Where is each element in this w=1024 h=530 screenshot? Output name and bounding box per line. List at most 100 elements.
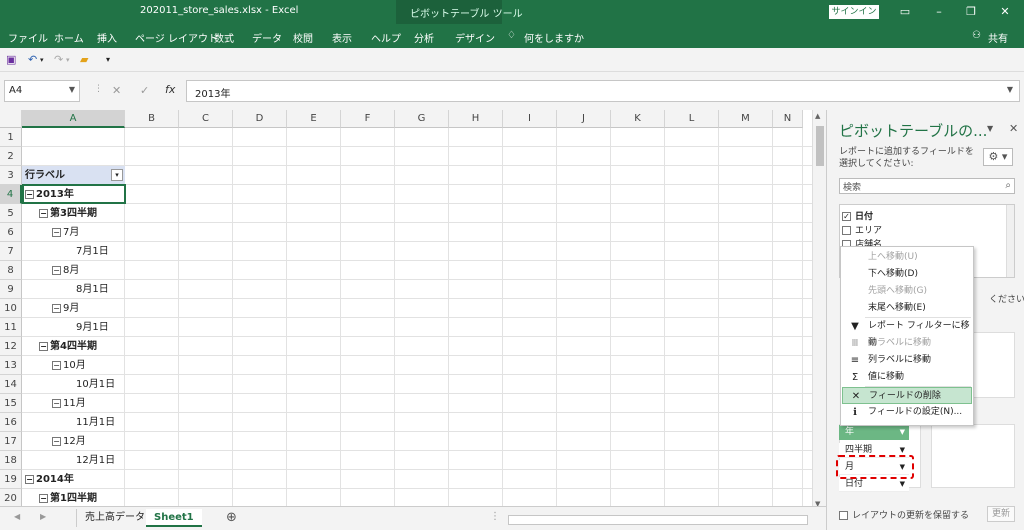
menu-item[interactable]: ✕ フィールドの削除 <box>842 387 972 404</box>
pivot-item[interactable]: 10月1日 <box>22 375 125 394</box>
field-item-date[interactable]: ✓ 日付 <box>842 209 873 222</box>
scroll-up-icon[interactable]: ▲ <box>815 112 820 120</box>
restore-icon[interactable]: ❐ <box>962 3 980 21</box>
checkbox-icon[interactable] <box>839 511 848 520</box>
menu-item[interactable]: ▼ レポート フィルターに移動 <box>842 318 972 348</box>
chevron-down-icon[interactable]: ▼ <box>69 85 75 94</box>
undo-icon[interactable]: ↶ <box>28 53 37 66</box>
row-header-4[interactable]: 4 <box>0 185 22 204</box>
close-icon[interactable]: ✕ <box>996 3 1014 21</box>
chevron-down-icon[interactable]: ▼ <box>900 425 905 440</box>
row-header-9[interactable]: 9 <box>0 280 22 299</box>
row-header-14[interactable]: 14 <box>0 375 22 394</box>
column-header-h[interactable]: H <box>449 110 503 128</box>
tab-view[interactable]: 表示 <box>332 30 352 45</box>
collapse-icon[interactable]: − <box>52 398 61 408</box>
column-header-d[interactable]: D <box>233 110 287 128</box>
collapse-icon[interactable]: − <box>52 227 61 237</box>
pivot-item[interactable]: −8月 <box>22 261 125 280</box>
collapse-icon[interactable]: − <box>25 474 34 484</box>
filter-dropdown-icon[interactable]: ▾ <box>111 169 123 181</box>
row-header-2[interactable]: 2 <box>0 147 22 166</box>
menu-item[interactable]: 上へ移動(U) <box>842 249 972 266</box>
tab-home[interactable]: ホーム <box>54 30 84 45</box>
defer-update-checkbox[interactable]: レイアウトの更新を保留する <box>839 508 969 521</box>
pivot-item[interactable]: −9月 <box>22 299 125 318</box>
field-search-input[interactable]: 検索 ⌕ <box>839 178 1015 194</box>
field-list-scrollbar[interactable] <box>1006 205 1014 277</box>
enter-icon[interactable]: ✓ <box>140 84 149 97</box>
row-header-20[interactable]: 20 <box>0 489 22 506</box>
pivot-item[interactable]: −11月 <box>22 394 125 413</box>
column-header-m[interactable]: M <box>719 110 773 128</box>
pivot-item[interactable]: 9月1日 <box>22 318 125 337</box>
menu-item[interactable]: Ⅲ 行ラベルに移動 <box>842 335 972 352</box>
tab-help[interactable]: ヘルプ <box>371 30 401 45</box>
menu-item[interactable]: 先頭へ移動(G) <box>842 283 972 300</box>
row-header-13[interactable]: 13 <box>0 356 22 375</box>
row-header-5[interactable]: 5 <box>0 204 22 223</box>
menu-item[interactable]: ℹ フィールドの設定(N)... <box>842 404 972 421</box>
tab-analyze[interactable]: 分析 <box>414 30 434 45</box>
checkbox-icon[interactable] <box>842 226 851 235</box>
horizontal-scrollbar[interactable] <box>508 515 808 525</box>
collapse-icon[interactable]: − <box>52 303 61 313</box>
open-folder-icon[interactable]: ▰ <box>80 53 88 66</box>
prev-sheet-icon[interactable]: ◀ <box>14 512 20 521</box>
pivot-item[interactable]: − 第4四半期 <box>22 337 125 356</box>
sheet-tab-sales-data[interactable]: 売上高データ <box>76 509 154 527</box>
pivot-item[interactable]: −7月 <box>22 223 125 242</box>
next-sheet-icon[interactable]: ▶ <box>40 512 46 521</box>
column-header-j[interactable]: J <box>557 110 611 128</box>
worksheet-grid[interactable]: A B C D E F G H I J K L M N 1 2 3 4 5 6 7 8 9 10 11 12 13 14 15 16 17 1… <box>0 110 812 506</box>
menu-item[interactable]: Σ 値に移動 <box>842 369 972 386</box>
pivot-item[interactable]: 12月1日 <box>22 451 125 470</box>
formula-input[interactable]: 2013年 ▼ <box>186 80 1020 102</box>
collapse-icon[interactable]: − <box>39 208 48 218</box>
column-header-c[interactable]: C <box>179 110 233 128</box>
pivot-row-labels-header[interactable]: 行ラベル ▾ <box>22 166 125 185</box>
menu-item[interactable]: 下へ移動(D) <box>842 266 972 283</box>
tab-review[interactable]: 校閲 <box>293 30 313 45</box>
pivot-item[interactable]: − 第3四半期 <box>22 204 125 223</box>
column-header-a[interactable]: A <box>22 110 125 128</box>
gear-icon[interactable]: ⚙ ▾ <box>983 148 1013 166</box>
redo-dropdown-icon[interactable]: ▾ <box>66 56 70 64</box>
tab-file[interactable]: ファイル <box>8 30 48 45</box>
scroll-thumb[interactable] <box>816 126 824 166</box>
column-header-i[interactable]: I <box>503 110 557 128</box>
tab-design[interactable]: デザイン <box>455 30 495 45</box>
field-item-area[interactable]: エリア <box>842 223 882 236</box>
column-header-n[interactable]: N <box>773 110 803 128</box>
customize-qat-icon[interactable]: ▾ <box>106 55 110 64</box>
row-header-11[interactable]: 11 <box>0 318 22 337</box>
collapse-icon[interactable]: − <box>39 493 48 503</box>
collapse-icon[interactable]: − <box>39 341 48 351</box>
sheet-tab-sheet1[interactable]: Sheet1 <box>146 509 202 527</box>
tab-data[interactable]: データ <box>252 30 282 45</box>
menu-item[interactable]: 末尾へ移動(E) <box>842 300 972 317</box>
save-icon[interactable]: ▣ <box>6 53 16 66</box>
row-header-19[interactable]: 19 <box>0 470 22 489</box>
splitter-icon[interactable]: ⋮ <box>490 511 500 522</box>
pivot-item[interactable]: − 第1四半期 <box>22 489 125 506</box>
values-area[interactable] <box>931 424 1015 488</box>
signin-button[interactable]: サインイン <box>829 5 879 19</box>
undo-dropdown-icon[interactable]: ▾ <box>40 56 44 64</box>
pivot-item[interactable]: −2014年 <box>22 470 125 489</box>
row-field-date[interactable]: 日付 ▼ <box>839 477 909 492</box>
column-header-f[interactable]: F <box>341 110 395 128</box>
column-header-l[interactable]: L <box>665 110 719 128</box>
row-header-7[interactable]: 7 <box>0 242 22 261</box>
redo-icon[interactable]: ↷ <box>54 53 63 66</box>
column-header-b[interactable]: B <box>125 110 179 128</box>
pivot-item[interactable]: 8月1日 <box>22 280 125 299</box>
tab-formulas[interactable]: 数式 <box>214 30 234 45</box>
insert-function-icon[interactable]: fx <box>165 83 175 96</box>
update-button[interactable]: 更新 <box>987 506 1015 522</box>
row-header-15[interactable]: 15 <box>0 394 22 413</box>
chevron-down-icon[interactable]: ▼ <box>900 477 905 492</box>
tab-insert[interactable]: 挿入 <box>97 30 117 45</box>
row-header-8[interactable]: 8 <box>0 261 22 280</box>
vertical-scrollbar[interactable]: ▲ ▼ <box>812 110 826 514</box>
